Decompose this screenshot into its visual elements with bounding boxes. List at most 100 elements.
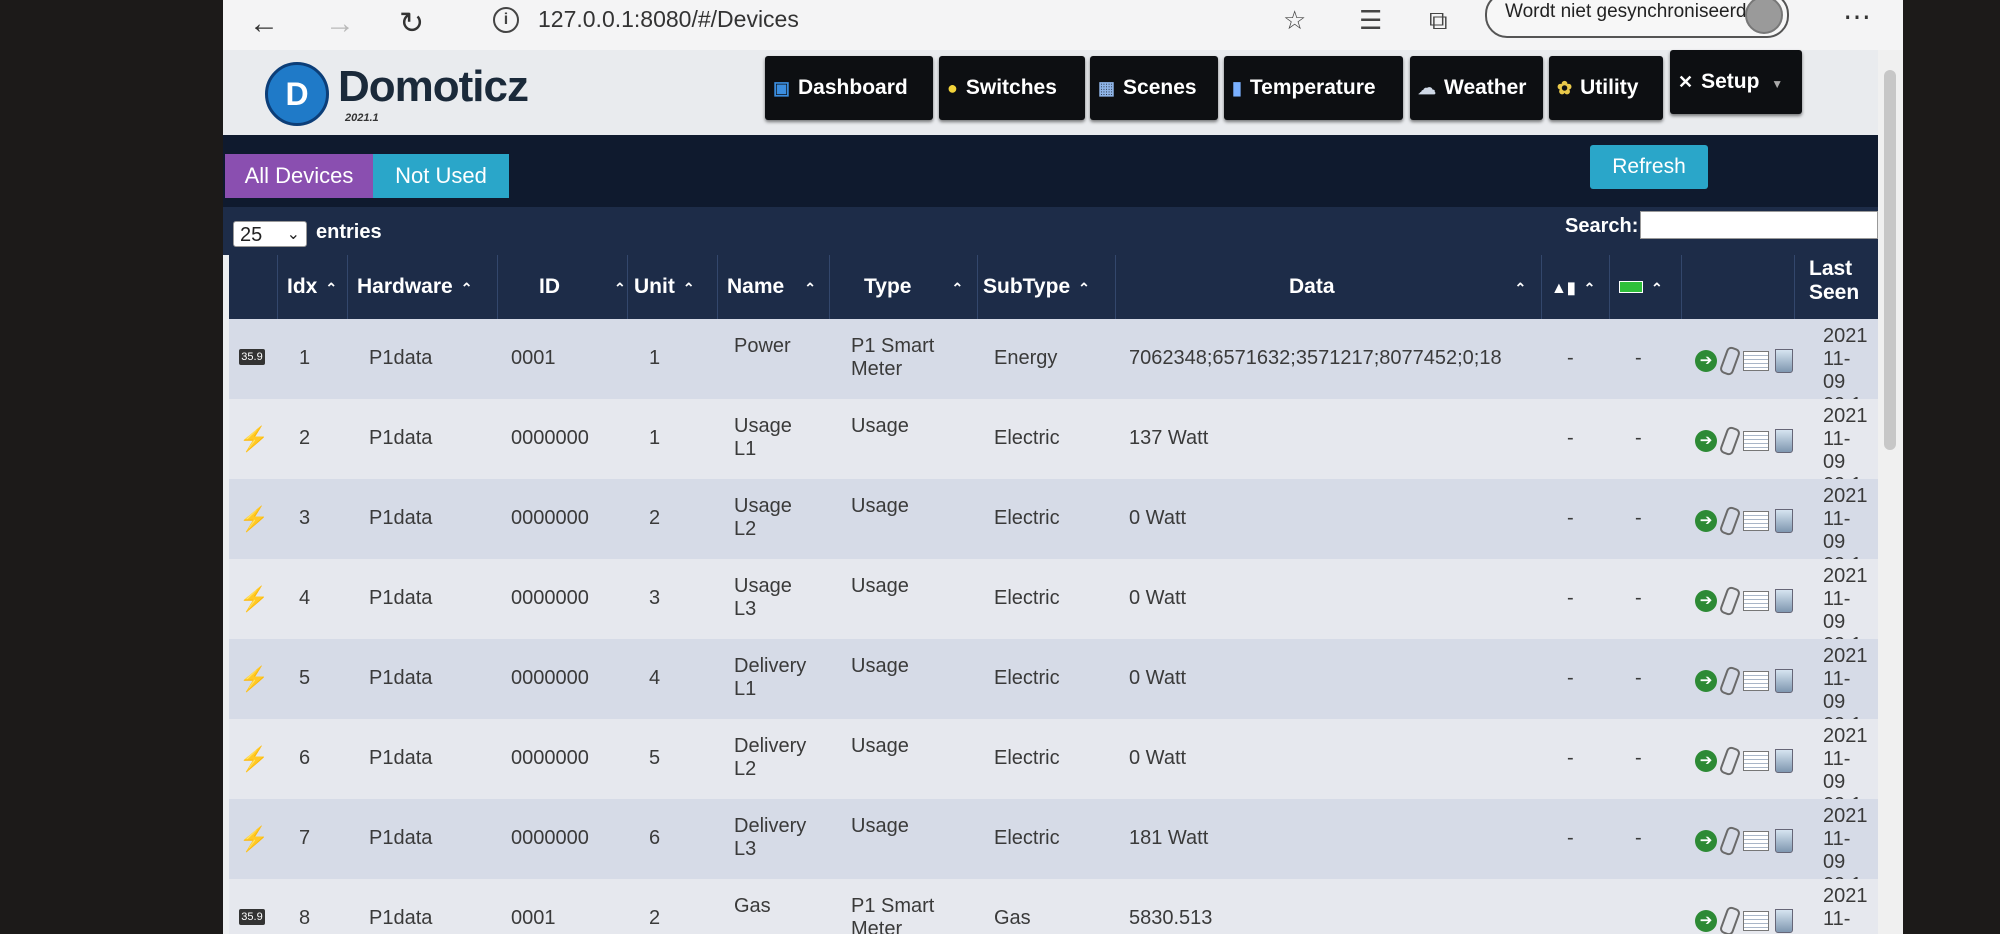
pencil-icon[interactable] xyxy=(1718,585,1742,617)
refresh-button[interactable]: Refresh xyxy=(1590,145,1708,189)
table-row[interactable]: ⚡ 2 P1data 0000000 1 Usage L1 Usage Electric 137… xyxy=(229,399,1878,496)
pencil-icon[interactable] xyxy=(1718,425,1742,457)
pencil-icon[interactable] xyxy=(1718,745,1742,777)
go-arrow-icon[interactable]: ➔ xyxy=(1695,830,1717,852)
cell-id: 0000000 xyxy=(511,827,589,849)
arrow-left-icon[interactable]: ← xyxy=(249,4,279,44)
nav-weather-button[interactable]: ☁ Weather xyxy=(1410,56,1543,120)
log-icon[interactable] xyxy=(1743,511,1769,531)
table-row[interactable]: ⚡ 4 P1data 0000000 3 Usage L3 Usage Electric 0 W… xyxy=(229,559,1878,656)
cell-id: 0000000 xyxy=(511,427,589,449)
cell-subtype: Electric xyxy=(994,827,1060,849)
search-input[interactable] xyxy=(1640,211,1878,239)
col-data[interactable]: Data ⌃ xyxy=(1289,275,1526,299)
col-last-seen[interactable]: Last Seen xyxy=(1809,257,1869,305)
cell-unit: 3 xyxy=(649,587,661,609)
collections-icon[interactable]: ⧉ xyxy=(1429,5,1448,37)
trash-icon[interactable] xyxy=(1775,589,1793,613)
trash-icon[interactable] xyxy=(1775,829,1793,853)
log-icon[interactable] xyxy=(1743,431,1769,451)
table-header: Idx ⌃ Hardware ⌃ ID ⌃ Unit ⌃ Name ⌃ Type ⌃ Sub… xyxy=(229,255,1878,319)
tab-not-used[interactable]: Not Used xyxy=(373,154,509,198)
cell-type: Usage xyxy=(851,575,909,597)
arrow-right-icon[interactable]: → xyxy=(325,4,355,44)
add-favorite-icon[interactable]: ☆ xyxy=(1283,5,1306,36)
cell-unit: 6 xyxy=(649,827,661,849)
col-idx[interactable]: Idx ⌃ xyxy=(287,275,337,299)
cell-id: 0000000 xyxy=(511,667,589,689)
pencil-icon[interactable] xyxy=(1718,905,1742,934)
log-icon[interactable] xyxy=(1743,671,1769,691)
cell-signal: - xyxy=(1567,747,1574,769)
info-icon[interactable]: i xyxy=(493,7,519,33)
col-signal[interactable]: ▲▮ ⌃ xyxy=(1551,275,1595,299)
go-arrow-icon[interactable]: ➔ xyxy=(1695,590,1717,612)
row-actions: ➔ xyxy=(1695,905,1799,934)
pencil-icon[interactable] xyxy=(1718,825,1742,857)
entries-select[interactable]: 25 ⌄ xyxy=(233,221,307,247)
col-subtype[interactable]: SubType ⌃ xyxy=(983,275,1090,299)
log-icon[interactable] xyxy=(1743,591,1769,611)
log-icon[interactable] xyxy=(1743,751,1769,771)
pencil-icon[interactable] xyxy=(1718,345,1742,377)
sync-button[interactable]: Wordt niet gesynchroniseerd xyxy=(1485,0,1789,38)
reload-icon[interactable]: ↻ xyxy=(399,4,424,44)
cell-unit: 1 xyxy=(649,427,661,449)
pencil-icon[interactable] xyxy=(1718,665,1742,697)
table-row[interactable]: 35.9 1 P1data 0001 1 Power P1 Smart Meter Energ… xyxy=(229,319,1878,416)
sort-icon: ⌃ xyxy=(614,280,626,296)
cell-unit: 2 xyxy=(649,907,661,929)
trash-icon[interactable] xyxy=(1775,349,1793,373)
trash-icon[interactable] xyxy=(1775,669,1793,693)
avatar[interactable] xyxy=(1745,0,1783,34)
nav-scenes-button[interactable]: ▦ Scenes xyxy=(1090,56,1218,120)
col-hardware[interactable]: Hardware ⌃ xyxy=(357,275,472,299)
table-row[interactable]: ⚡ 5 P1data 0000000 4 Delivery L1 Usage Electric… xyxy=(229,639,1878,736)
cell-hardware: P1data xyxy=(369,747,433,769)
go-arrow-icon[interactable]: ➔ xyxy=(1695,670,1717,692)
tools-icon: ✕ xyxy=(1678,72,1694,92)
url-text[interactable]: 127.0.0.1:8080/#/Devices xyxy=(538,6,799,33)
cell-idx: 7 xyxy=(299,827,311,849)
address-bar[interactable]: i 127.0.0.1:8080/#/Devices xyxy=(468,0,1088,40)
go-arrow-icon[interactable]: ➔ xyxy=(1695,910,1717,932)
go-arrow-icon[interactable]: ➔ xyxy=(1695,510,1717,532)
more-icon[interactable]: ⋯ xyxy=(1843,0,1871,33)
sort-icon: ⌃ xyxy=(1583,280,1596,296)
cell-battery: - xyxy=(1635,667,1642,689)
pencil-icon[interactable] xyxy=(1718,505,1742,537)
scrollbar[interactable] xyxy=(1878,50,1903,934)
go-arrow-icon[interactable]: ➔ xyxy=(1695,350,1717,372)
go-arrow-icon[interactable]: ➔ xyxy=(1695,430,1717,452)
scrollbar-thumb[interactable] xyxy=(1884,70,1896,450)
nav-temperature-button[interactable]: ▮ Temperature xyxy=(1224,56,1403,120)
log-icon[interactable] xyxy=(1743,831,1769,851)
col-id[interactable]: ID ⌃ xyxy=(539,275,626,299)
col-data-label: Data xyxy=(1289,275,1335,298)
row-actions: ➔ xyxy=(1695,825,1799,857)
sort-icon: ⌃ xyxy=(325,280,338,296)
trash-icon[interactable] xyxy=(1775,749,1793,773)
nav-utility-button[interactable]: ✿ Utility xyxy=(1549,56,1663,120)
col-unit[interactable]: Unit ⌃ xyxy=(634,275,695,299)
trash-icon[interactable] xyxy=(1775,509,1793,533)
table-row[interactable]: ⚡ 3 P1data 0000000 2 Usage L2 Usage Electric 0 W… xyxy=(229,479,1878,576)
trash-icon[interactable] xyxy=(1775,429,1793,453)
log-icon[interactable] xyxy=(1743,351,1769,371)
favorites-icon[interactable]: ☰ xyxy=(1359,5,1382,36)
tab-all-devices[interactable]: All Devices xyxy=(225,154,373,198)
nav-setup-button[interactable]: ✕ Setup ▼ xyxy=(1670,50,1802,114)
trash-icon[interactable] xyxy=(1775,909,1793,933)
cell-battery: - xyxy=(1635,827,1642,849)
go-arrow-icon[interactable]: ➔ xyxy=(1695,750,1717,772)
col-name[interactable]: Name ⌃ xyxy=(727,275,816,299)
table-row[interactable]: ⚡ 7 P1data 0000000 6 Delivery L3 Usage Electric… xyxy=(229,799,1878,896)
table-row[interactable]: 35.9 8 P1data 0001 2 Gas P1 Smart Meter Gas 5830… xyxy=(229,879,1878,934)
nav-dashboard-button[interactable]: ▣ Dashboard xyxy=(765,56,933,120)
nav-switches-label: Switches xyxy=(965,76,1057,99)
table-row[interactable]: ⚡ 6 P1data 0000000 5 Delivery L2 Usage Electric… xyxy=(229,719,1878,816)
log-icon[interactable] xyxy=(1743,911,1769,931)
nav-switches-button[interactable]: ● Switches xyxy=(939,56,1085,120)
col-type[interactable]: Type ⌃ xyxy=(864,275,963,299)
col-battery[interactable]: ⌃ xyxy=(1619,275,1663,299)
